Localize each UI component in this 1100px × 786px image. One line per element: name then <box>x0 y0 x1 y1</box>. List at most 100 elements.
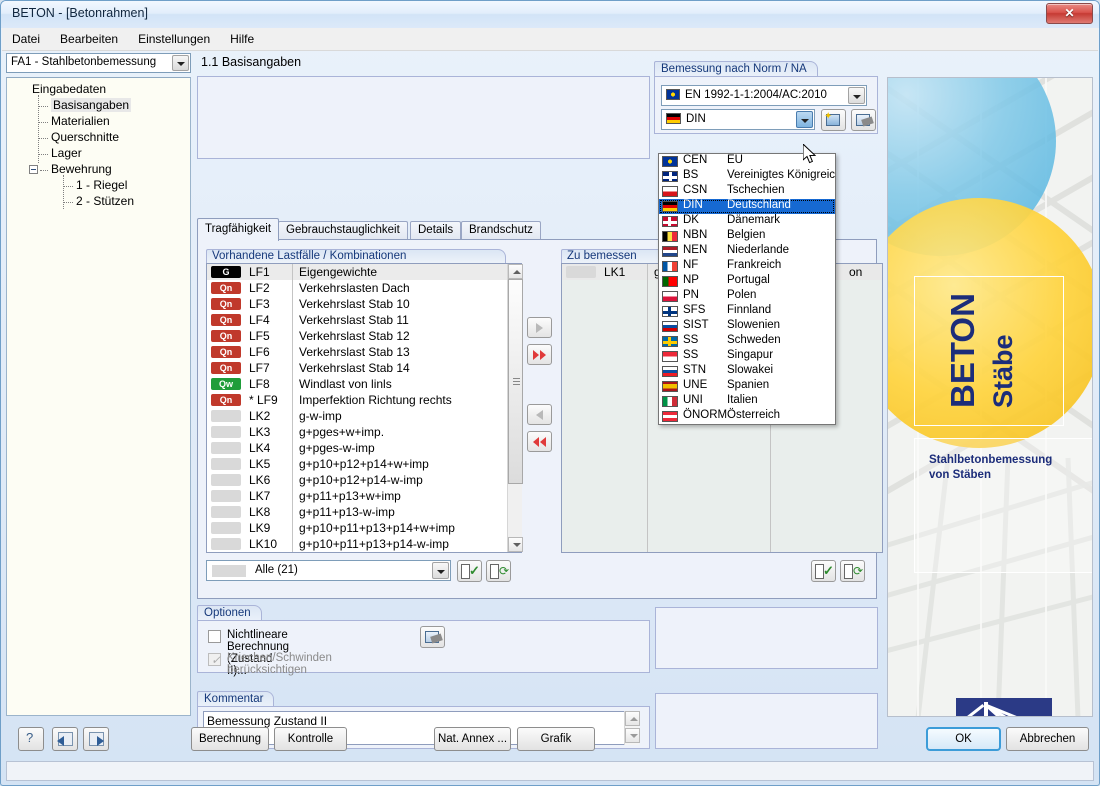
available-list-row[interactable]: LK10 g+p10+p11+p13+p14-w-imp <box>207 536 507 552</box>
grafik-button[interactable]: Grafik <box>517 727 595 751</box>
tree-item-querschnitte[interactable]: Querschnitte <box>7 130 190 146</box>
available-list-row[interactable]: LK6 g+p10+p12+p14-w-imp <box>207 472 507 488</box>
menu-hilfe[interactable]: Hilfe <box>220 28 264 50</box>
na-dropdown-item[interactable]: PN Polen <box>659 289 835 304</box>
scroll-up-button[interactable] <box>508 264 523 279</box>
menu-datei[interactable]: Datei <box>2 28 50 50</box>
na-dropdown-name: Frankreich <box>727 259 782 271</box>
nonlinear-settings-button[interactable] <box>420 626 445 648</box>
add-one-button[interactable] <box>527 317 552 338</box>
tree-expander-icon[interactable] <box>29 165 38 174</box>
tab-tragfaehigkeit[interactable]: Tragfähigkeit <box>197 218 280 241</box>
tab-brandschutz[interactable]: Brandschutz <box>461 221 541 240</box>
na-dropdown-item[interactable]: SS Schweden <box>659 334 835 349</box>
tree-item-materialien[interactable]: Materialien <box>7 114 190 130</box>
invert-selection-button[interactable]: ⟳ <box>486 560 511 582</box>
available-list-row[interactable]: Qn * LF9 Imperfektion Richtung rechts <box>207 392 507 408</box>
load-case-number: LK5 <box>249 457 271 471</box>
na-dropdown-item[interactable]: NF Frankreich <box>659 259 835 274</box>
na-dropdown-item[interactable]: DK Dänemark <box>659 214 835 229</box>
na-dropdown-popup[interactable]: CEN EU BS Vereinigtes Königreich CSN Tschechi… <box>658 153 836 425</box>
na-dropdown-item[interactable]: STN Slowakei <box>659 364 835 379</box>
next-button[interactable] <box>83 727 109 751</box>
left-panel: FA1 - Stahlbetonbemessung Eingabedaten B… <box>6 53 191 716</box>
available-list-row[interactable]: Qw LF8 Windlast von linls <box>207 376 507 392</box>
creep-checkbox: ✓ <box>208 653 221 666</box>
available-list[interactable]: G LF1 Eigengewichte Qn LF2 Verkehrslasten Dac… <box>206 263 522 553</box>
chevron-down-icon[interactable] <box>172 55 189 71</box>
cancel-button[interactable]: Abbrechen <box>1006 727 1089 751</box>
na-dropdown-item[interactable]: NBN Belgien <box>659 229 835 244</box>
ok-button[interactable]: OK <box>926 727 1001 751</box>
available-list-row[interactable]: LK7 g+p11+p13+w+imp <box>207 488 507 504</box>
tree-item-basisangaben[interactable]: Basisangaben <box>7 98 190 114</box>
select-all-button[interactable]: ✓ <box>457 560 482 582</box>
available-list-scrollbar[interactable] <box>507 264 523 552</box>
nl-flag-icon <box>662 246 678 257</box>
load-case-description: Eigengewichte <box>299 265 378 279</box>
chevron-down-icon[interactable] <box>432 562 449 579</box>
na-dropdown-item[interactable]: SIST Slowenien <box>659 319 835 334</box>
available-list-row[interactable]: Qn LF6 Verkehrslast Stab 13 <box>207 344 507 360</box>
help-button[interactable]: ? <box>18 727 44 751</box>
scroll-down-button[interactable] <box>508 537 523 552</box>
na-dropdown-item[interactable]: SS Singapur <box>659 349 835 364</box>
tree-root-eingabedaten[interactable]: Eingabedaten <box>7 82 190 98</box>
available-list-row[interactable]: Qn LF2 Verkehrslasten Dach <box>207 280 507 296</box>
available-list-row[interactable]: LK5 g+p10+p12+p14+w+imp <box>207 456 507 472</box>
na-dropdown-item[interactable]: SFS Finnland <box>659 304 835 319</box>
scroll-thumb[interactable] <box>508 279 523 484</box>
na-dropdown-item[interactable]: ÖNORM Österreich <box>659 409 835 424</box>
na-dropdown-item[interactable]: UNE Spanien <box>659 379 835 394</box>
berechnung-button[interactable]: Berechnung <box>191 727 269 751</box>
available-list-row[interactable]: LK4 g+pges-w-imp <box>207 440 507 456</box>
na-dropdown-name: Singapur <box>727 349 774 361</box>
filter-combo[interactable]: Alle (21) <box>206 560 451 581</box>
available-list-row[interactable]: LK8 g+p11+p13-w-imp <box>207 504 507 520</box>
module-select-combo[interactable]: FA1 - Stahlbetonbemessung <box>6 53 191 73</box>
available-list-row[interactable]: Qn LF3 Verkehrslast Stab 10 <box>207 296 507 312</box>
nat-annex-button[interactable]: Nat. Annex ... <box>434 727 511 751</box>
na-dropdown-item[interactable]: BS Vereinigtes Königreich <box>659 169 835 184</box>
tree-child-riegel[interactable]: 1 - Riegel <box>7 178 190 194</box>
na-dropdown-item[interactable]: UNI Italien <box>659 394 835 409</box>
selected-select-all-button[interactable]: ✓ <box>811 560 836 582</box>
na-dropdown-item[interactable]: NEN Niederlande <box>659 244 835 259</box>
menu-bearbeiten[interactable]: Bearbeiten <box>50 28 128 50</box>
na-dropdown-name: Slowakei <box>727 364 774 376</box>
norm-group-title: Bemessung nach Norm / NA <box>654 61 818 77</box>
tree-item-lager[interactable]: Lager <box>7 146 190 162</box>
menu-einstellungen[interactable]: Einstellungen <box>128 28 220 50</box>
selected-invert-button[interactable]: ⟳ <box>840 560 865 582</box>
available-list-row[interactable]: Qn LF5 Verkehrslast Stab 12 <box>207 328 507 344</box>
tree-child-stuetzen[interactable]: 2 - Stützen <box>7 194 190 210</box>
load-case-description: g+p11+p13-w-imp <box>299 505 395 519</box>
tab-details[interactable]: Details <box>410 221 462 240</box>
available-list-row[interactable]: LK3 g+pges+w+imp. <box>207 424 507 440</box>
na-dropdown-item[interactable]: DIN Deutschland <box>659 199 835 214</box>
creep-checkbox-label: Kriechen/Schwinden berücksichtigen <box>227 652 332 676</box>
tab-gebrauchstauglichkeit[interactable]: Gebrauchstauglichkeit <box>278 221 408 240</box>
available-list-row[interactable]: LK2 g-w-imp <box>207 408 507 424</box>
na-combo[interactable]: DIN <box>661 109 815 130</box>
nonlinear-checkbox[interactable] <box>208 630 221 643</box>
new-na-button[interactable]: ✦ <box>821 109 846 131</box>
remove-one-button[interactable] <box>527 404 552 425</box>
tree-item-bewehrung[interactable]: Bewehrung <box>7 162 190 178</box>
remove-all-button[interactable] <box>527 431 552 452</box>
filter-value: Alle (21) <box>255 564 298 576</box>
kontrolle-button[interactable]: Kontrolle <box>274 727 347 751</box>
available-list-row[interactable]: Qn LF4 Verkehrslast Stab 11 <box>207 312 507 328</box>
norm-combo[interactable]: EN 1992-1-1:2004/AC:2010 <box>661 85 867 106</box>
available-list-row[interactable]: G LF1 Eigengewichte <box>207 264 507 280</box>
na-dropdown-item[interactable]: NP Portugal <box>659 274 835 289</box>
close-button[interactable]: ✕ <box>1046 3 1093 24</box>
chevron-down-icon[interactable] <box>848 87 865 104</box>
previous-button[interactable] <box>52 727 78 751</box>
chevron-down-icon[interactable] <box>796 111 813 128</box>
edit-na-button[interactable] <box>851 109 876 131</box>
available-list-row[interactable]: Qn LF7 Verkehrslast Stab 14 <box>207 360 507 376</box>
available-list-row[interactable]: LK9 g+p10+p11+p13+p14+w+imp <box>207 520 507 536</box>
na-dropdown-item[interactable]: CSN Tschechien <box>659 184 835 199</box>
add-all-button[interactable] <box>527 344 552 365</box>
